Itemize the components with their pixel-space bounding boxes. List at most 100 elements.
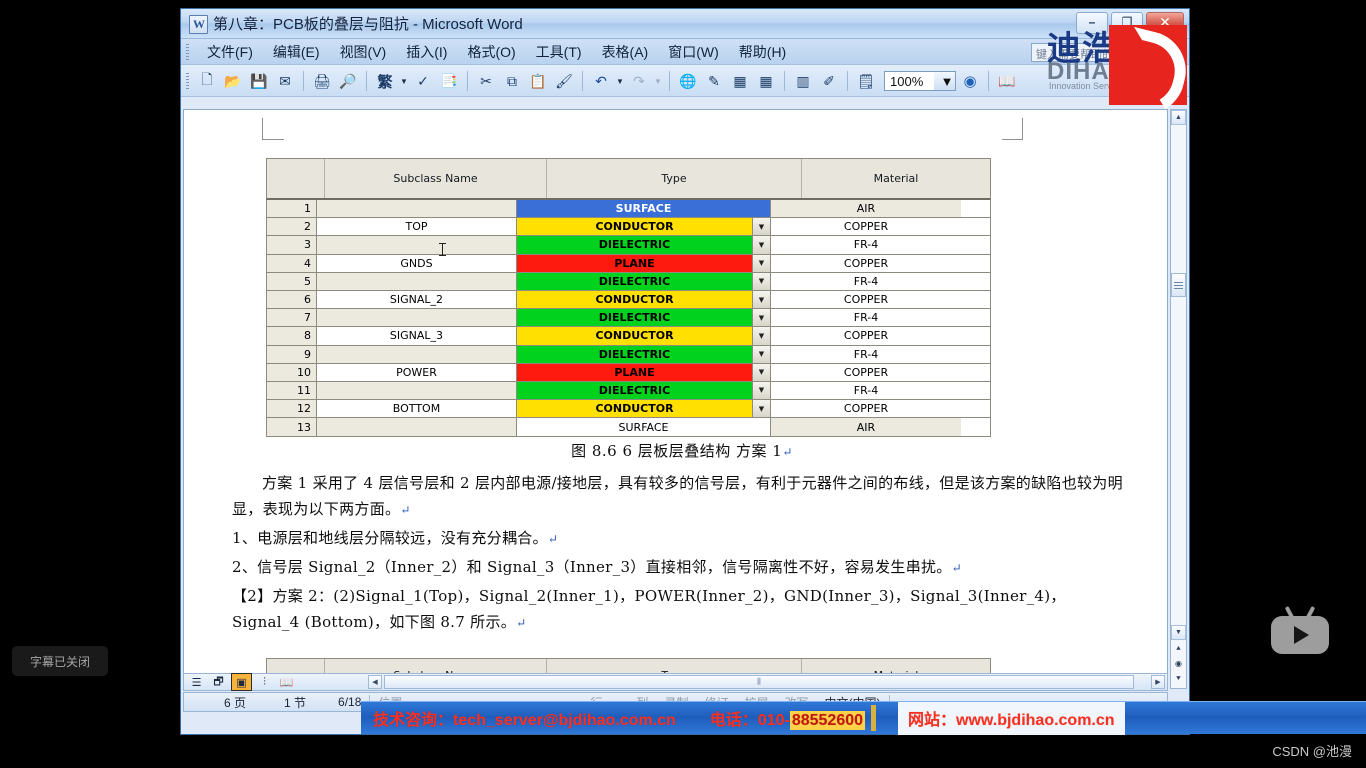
cut-icon[interactable]: ✂ bbox=[474, 69, 498, 93]
redo-icon[interactable]: ↷ bbox=[627, 69, 651, 93]
subclass-name-cell[interactable] bbox=[317, 309, 517, 327]
table-row[interactable]: 7 DIELECTRIC ▼ FR-4 bbox=[267, 309, 990, 328]
table-row[interactable]: 4 GNDS PLANE ▼ COPPER bbox=[267, 254, 990, 273]
layer-type-cell[interactable]: SURFACE bbox=[517, 200, 771, 218]
layer-type-cell[interactable]: DIELECTRIC bbox=[517, 236, 753, 254]
insert-table-icon[interactable]: ▦ bbox=[728, 69, 752, 93]
type-chevron-down-icon[interactable]: ▼ bbox=[753, 363, 771, 381]
toolbar-drag-handle[interactable] bbox=[186, 73, 189, 89]
table-row[interactable]: 1 SURFACE AIR bbox=[267, 200, 990, 219]
spelling-check-icon[interactable]: ✓ bbox=[411, 69, 435, 93]
layer-type-cell[interactable]: PLANE bbox=[517, 254, 753, 272]
scroll-up-icon[interactable]: ▲ bbox=[1171, 110, 1186, 125]
layer-type-cell[interactable]: CONDUCTOR bbox=[517, 290, 753, 309]
subclass-name-cell[interactable]: TOP bbox=[317, 218, 517, 236]
menu-file[interactable]: 文件(F) bbox=[197, 40, 263, 64]
print-icon[interactable]: 🖨 bbox=[310, 69, 334, 93]
menu-tools[interactable]: 工具(T) bbox=[526, 40, 592, 64]
table-row[interactable]: 2 TOP CONDUCTOR ▼ COPPER bbox=[267, 218, 990, 237]
material-cell[interactable]: COPPER bbox=[771, 400, 961, 418]
menu-edit[interactable]: 编辑(E) bbox=[263, 40, 330, 64]
mail-recipient-icon[interactable]: ✉ bbox=[273, 69, 297, 93]
menu-view[interactable]: 视图(V) bbox=[330, 40, 397, 64]
layer-type-cell[interactable]: DIELECTRIC bbox=[517, 345, 753, 363]
horizontal-scrollbar-and-view-bar[interactable]: ☰ 🗗 ▣ ⫶ 📖 ◀ ⫼ ▶ bbox=[183, 673, 1168, 691]
material-cell[interactable]: FR-4 bbox=[771, 272, 961, 290]
type-chevron-down-icon[interactable]: ▼ bbox=[753, 309, 771, 327]
menu-insert[interactable]: 插入(I) bbox=[396, 40, 457, 64]
material-cell[interactable]: COPPER bbox=[771, 254, 961, 272]
type-chevron-down-icon[interactable]: ▼ bbox=[753, 272, 771, 290]
material-cell[interactable]: COPPER bbox=[771, 363, 961, 381]
layer-type-cell[interactable]: SURFACE bbox=[517, 418, 771, 437]
subclass-name-cell[interactable] bbox=[317, 236, 517, 254]
chevron-down-icon[interactable]: ▼ bbox=[399, 77, 409, 86]
table-row[interactable]: 13 SURFACE AIR bbox=[267, 418, 990, 437]
menu-help[interactable]: 帮助(H) bbox=[729, 40, 796, 64]
subclass-name-cell[interactable] bbox=[317, 381, 517, 400]
subclass-name-cell[interactable] bbox=[317, 345, 517, 363]
horizontal-scroll-thumb[interactable]: ⫼ bbox=[384, 675, 1134, 689]
material-cell[interactable]: FR-4 bbox=[771, 309, 961, 327]
type-chevron-down-icon[interactable]: ▼ bbox=[753, 236, 771, 254]
subclass-name-cell[interactable]: BOTTOM bbox=[317, 400, 517, 418]
table-row[interactable]: 3 DIELECTRIC ▼ FR-4 bbox=[267, 236, 990, 255]
scroll-down-icon[interactable]: ▼ bbox=[1171, 625, 1186, 640]
print-preview-icon[interactable]: 🔎 bbox=[336, 69, 360, 93]
next-page-icon[interactable]: ⯆ bbox=[1171, 671, 1186, 686]
minimize-button[interactable]: – bbox=[1076, 12, 1108, 34]
table-row[interactable]: 11 DIELECTRIC ▼ FR-4 bbox=[267, 381, 990, 401]
close-button[interactable]: ✕ bbox=[1146, 12, 1184, 34]
table-row[interactable]: 12 BOTTOM CONDUCTOR ▼ COPPER bbox=[267, 400, 990, 419]
document-canvas[interactable]: Subclass Name Type Material 1 SURFACE AIR 2… bbox=[183, 109, 1168, 689]
menu-format[interactable]: 格式(O) bbox=[457, 40, 525, 64]
vertical-scrollbar[interactable]: ▲ ▼ ⯅ ◉ ⯆ bbox=[1170, 109, 1187, 689]
subclass-name-cell[interactable]: GNDS bbox=[317, 254, 517, 272]
open-folder-icon[interactable]: 📂 bbox=[221, 69, 245, 93]
scroll-right-icon[interactable]: ▶ bbox=[1151, 675, 1165, 689]
menu-table[interactable]: 表格(A) bbox=[592, 40, 659, 64]
material-cell[interactable]: COPPER bbox=[771, 218, 961, 236]
material-cell[interactable]: COPPER bbox=[771, 327, 961, 345]
tables-and-borders-icon[interactable]: ✎ bbox=[702, 69, 726, 93]
type-chevron-down-icon[interactable]: ▼ bbox=[753, 400, 771, 418]
redo-chevron-down-icon[interactable]: ▼ bbox=[653, 77, 663, 86]
copy-icon[interactable]: ⧉ bbox=[500, 69, 524, 93]
material-cell[interactable]: COPPER bbox=[771, 290, 961, 309]
type-chevron-down-icon[interactable]: ▼ bbox=[753, 290, 771, 309]
layer-type-cell[interactable]: DIELECTRIC bbox=[517, 381, 753, 400]
layer-type-cell[interactable]: CONDUCTOR bbox=[517, 218, 753, 236]
subclass-name-cell[interactable] bbox=[317, 418, 517, 437]
traditional-chinese-icon[interactable]: 繁 bbox=[373, 69, 397, 93]
paste-icon[interactable]: 📋 bbox=[526, 69, 550, 93]
layer-type-cell[interactable]: CONDUCTOR bbox=[517, 400, 753, 418]
zoom-chevron-down-icon[interactable]: ▼ bbox=[934, 72, 955, 90]
save-icon[interactable]: 💾 bbox=[247, 69, 271, 93]
material-cell[interactable]: FR-4 bbox=[771, 381, 961, 400]
type-a-question-box[interactable]: 键入需要帮助的问题 bbox=[1031, 43, 1181, 62]
material-cell[interactable]: FR-4 bbox=[771, 236, 961, 254]
subclass-name-cell[interactable]: SIGNAL_2 bbox=[317, 290, 517, 309]
research-icon[interactable]: 📑 bbox=[437, 69, 461, 93]
subclass-name-cell[interactable]: POWER bbox=[317, 363, 517, 381]
menu-window[interactable]: 窗口(W) bbox=[658, 40, 729, 64]
format-painter-icon[interactable]: 🖌 bbox=[552, 69, 576, 93]
previous-page-icon[interactable]: ⯅ bbox=[1171, 641, 1186, 656]
web-layout-view-button[interactable]: 🗗 bbox=[209, 674, 228, 690]
undo-icon[interactable]: ↶ bbox=[589, 69, 613, 93]
print-layout-view-button[interactable]: ▣ bbox=[231, 673, 252, 691]
layer-type-cell[interactable]: DIELECTRIC bbox=[517, 272, 753, 290]
type-chevron-down-icon[interactable]: ▼ bbox=[753, 327, 771, 345]
layer-type-cell[interactable]: CONDUCTOR bbox=[517, 327, 753, 345]
vertical-scroll-thumb[interactable] bbox=[1171, 273, 1186, 297]
material-cell[interactable]: FR-4 bbox=[771, 345, 961, 363]
layer-type-cell[interactable]: PLANE bbox=[517, 363, 753, 381]
table-row[interactable]: 10 POWER PLANE ▼ COPPER bbox=[267, 363, 990, 382]
undo-chevron-down-icon[interactable]: ▼ bbox=[615, 77, 625, 86]
help-question-icon[interactable]: ◉ bbox=[958, 69, 982, 93]
material-cell[interactable]: AIR bbox=[771, 200, 961, 218]
select-browse-object-icon[interactable]: ◉ bbox=[1171, 656, 1186, 671]
maximize-button[interactable]: ❐ bbox=[1111, 12, 1143, 34]
type-chevron-down-icon[interactable]: ▼ bbox=[753, 381, 771, 400]
zoom-combobox[interactable]: 100% ▼ bbox=[884, 71, 956, 91]
